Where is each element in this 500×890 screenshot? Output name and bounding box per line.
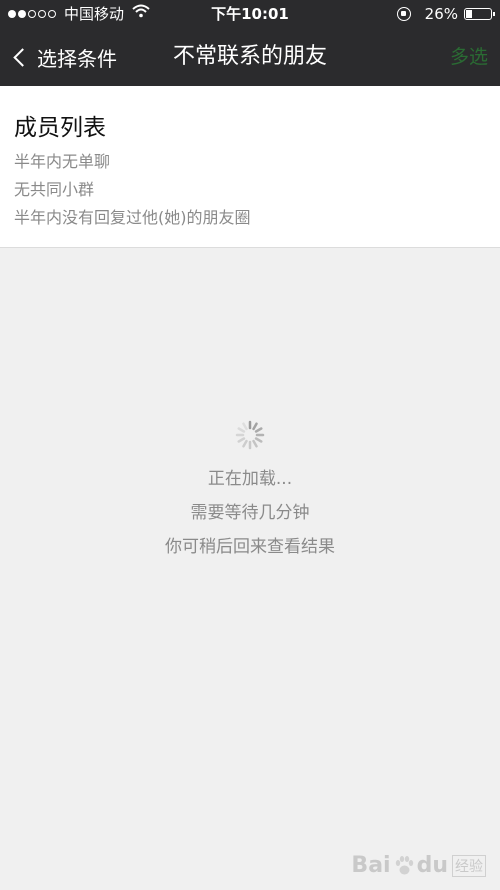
loading-wait-text: 需要等待几分钟 — [190, 503, 310, 523]
header: 中国移动 下午10:01 26% 选择条件 不常联系的朋友 多选 — [0, 0, 500, 86]
criteria-item: 半年内无单聊 — [14, 152, 111, 171]
status-right: 26% — [396, 0, 495, 28]
battery-icon — [464, 8, 495, 20]
criteria-heading: 成员列表 — [14, 115, 106, 141]
watermark-text: Bai — [351, 853, 391, 878]
battery-percent: 26% — [424, 5, 458, 23]
criteria-item: 无共同小群 — [14, 180, 95, 199]
loading-later-text: 你可稍后回来查看结果 — [165, 537, 335, 557]
criteria-item: 半年内没有回复过他(她)的朋友圈 — [14, 208, 251, 227]
criteria-panel: 成员列表 半年内无单聊 无共同小群 半年内没有回复过他(她)的朋友圈 — [0, 86, 500, 248]
rotation-lock-icon — [396, 7, 411, 21]
battery-fill — [466, 10, 472, 18]
status-bar: 中国移动 下午10:01 26% — [0, 0, 500, 28]
loading-spinner-icon — [235, 420, 265, 450]
page-title: 不常联系的朋友 — [172, 44, 327, 69]
loading-area: 正在加载... 需要等待几分钟 你可稍后回来查看结果 — [0, 420, 500, 564]
loading-text: 正在加载... — [207, 469, 293, 489]
nav-bar: 选择条件 不常联系的朋友 多选 — [0, 28, 500, 86]
baidu-watermark: Bai du 经验 — [351, 853, 486, 878]
multi-select-button[interactable]: 多选 — [450, 28, 488, 86]
watermark-text-2: du — [416, 853, 448, 878]
watermark-sub: 经验 — [452, 854, 486, 877]
paw-icon — [395, 855, 413, 874]
